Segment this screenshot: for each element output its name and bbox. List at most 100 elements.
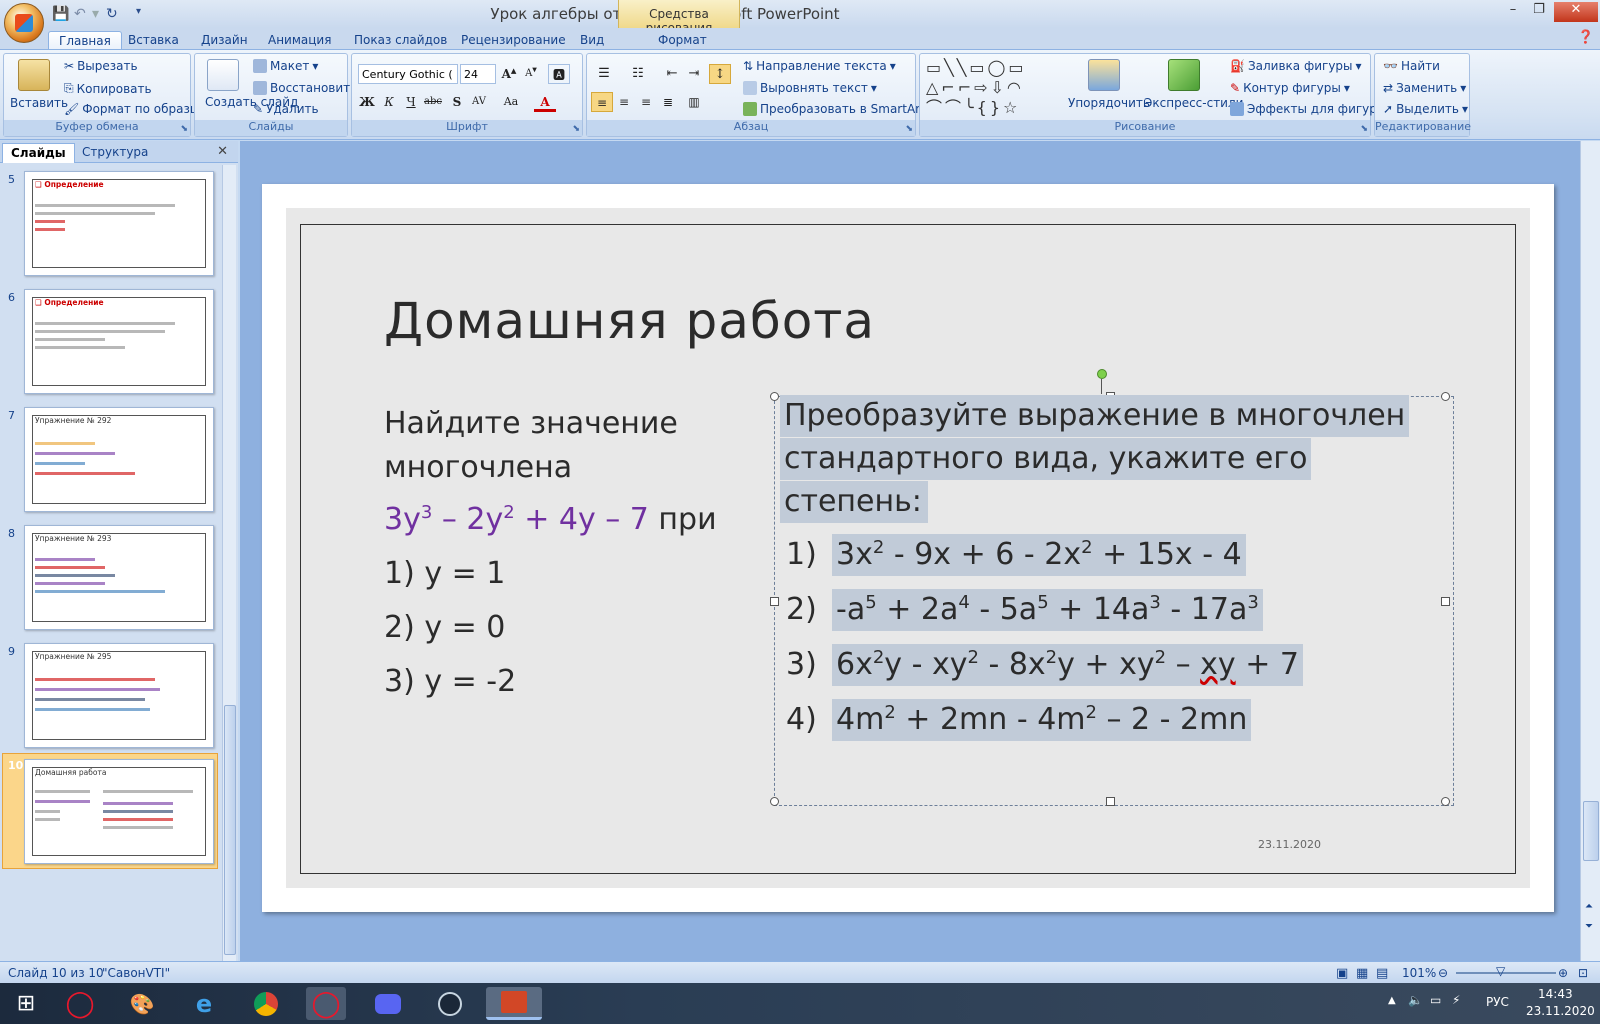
grow-font-icon[interactable]: A▲	[498, 64, 520, 84]
zoom-level[interactable]: 101%	[1402, 966, 1436, 980]
columns-icon[interactable]: ▥	[683, 92, 705, 112]
quick-styles-button[interactable]: Экспресс-стили	[1144, 96, 1243, 110]
shrink-font-icon[interactable]: A▼	[520, 64, 542, 84]
fit-window-icon[interactable]: ⊡	[1578, 966, 1588, 980]
char-spacing-icon[interactable]: AV	[468, 92, 490, 112]
tab-home[interactable]: Главная	[48, 31, 122, 50]
format-painter-button[interactable]: 🖌 Формат по образцу	[64, 102, 205, 116]
layout-button[interactable]: Макет ▾	[253, 59, 318, 73]
clipboard-launcher-icon[interactable]: ⬊	[180, 124, 188, 134]
tab-outline-panel[interactable]: Структура	[74, 143, 156, 163]
font-size-combo[interactable]: 24	[460, 64, 496, 84]
clock-time[interactable]: 14:43	[1538, 987, 1573, 1001]
minimize-button[interactable]: –	[1500, 2, 1526, 22]
strikethrough-icon[interactable]: abc	[422, 92, 444, 112]
tab-view[interactable]: Вид	[570, 31, 614, 50]
shadow-icon[interactable]: S	[446, 92, 468, 112]
tray-expand-icon[interactable]: ▲	[1388, 995, 1396, 1006]
tab-slideshow[interactable]: Показ слайдов	[344, 31, 457, 50]
cut-button[interactable]: ✂ Вырезать	[64, 59, 138, 73]
powerpoint-taskbar-icon[interactable]	[486, 987, 542, 1020]
font-launcher-icon[interactable]: ⬊	[572, 124, 580, 134]
line-spacing-icon[interactable]: ↕	[709, 64, 731, 84]
zoom-slider[interactable]	[1456, 972, 1556, 974]
opera-icon[interactable]: ◯	[60, 987, 100, 1020]
reset-button[interactable]: Восстановить	[253, 81, 357, 95]
shape-outline-button[interactable]: ✎ Контур фигуры ▾	[1230, 81, 1350, 95]
clock-date[interactable]: 23.11.2020	[1526, 1004, 1595, 1018]
resize-handle[interactable]	[1441, 597, 1450, 606]
align-text-button[interactable]: Выровнять текст ▾	[743, 81, 877, 95]
close-panel-icon[interactable]: ✕	[217, 144, 228, 159]
slide-thumbnail[interactable]: ❑ Определение	[24, 171, 214, 276]
editor-scrollbar[interactable]: ⏶ ⏷	[1580, 141, 1600, 961]
paint-icon[interactable]: 🎨	[122, 987, 162, 1020]
help-icon[interactable]: ❓	[1578, 30, 1594, 45]
convert-smartart-button[interactable]: Преобразовать в SmartArt▾	[743, 102, 934, 116]
editor-scroll-thumb[interactable]	[1583, 801, 1599, 861]
paste-button[interactable]: Вставить	[10, 96, 68, 110]
discord-icon[interactable]	[368, 987, 408, 1020]
tab-slides-panel[interactable]: Слайды	[2, 143, 75, 163]
slide-thumbnail[interactable]: Упражнение № 295	[24, 643, 214, 748]
resize-handle[interactable]	[1441, 797, 1450, 806]
zoom-in-icon[interactable]: ⊕	[1558, 966, 1568, 980]
numbering-icon[interactable]: ☷	[627, 64, 649, 84]
windows-start-icon[interactable]: ⊞	[6, 987, 46, 1020]
next-slide-icon[interactable]: ⏷	[1585, 921, 1593, 932]
zoom-out-icon[interactable]: ⊖	[1438, 966, 1448, 980]
sorter-view-icon[interactable]: ▦	[1356, 966, 1368, 981]
slideshow-view-icon[interactable]: ▤	[1376, 966, 1388, 981]
rotation-handle[interactable]	[1097, 369, 1107, 379]
slide-thumbnail[interactable]: ❑ Определение	[24, 289, 214, 394]
tab-design[interactable]: Дизайн	[191, 31, 258, 50]
prev-slide-icon[interactable]: ⏶	[1585, 901, 1593, 912]
text-direction-button[interactable]: ⇅ Направление текста ▾	[743, 59, 896, 73]
slide-thumbnail[interactable]: Упражнение № 293	[24, 525, 214, 630]
font-family-combo[interactable]: Century Gothic (	[358, 64, 458, 84]
shape-fill-button[interactable]: ⛽ Заливка фигуры ▾	[1230, 59, 1362, 73]
network-icon[interactable]: ▭	[1430, 993, 1441, 1007]
panel-scroll-thumb[interactable]	[224, 705, 236, 955]
slide-canvas[interactable]: Домашняя работа Найдите значение многочл…	[262, 184, 1554, 912]
battery-icon[interactable]: ⚡	[1452, 993, 1460, 1007]
tab-review[interactable]: Рецензирование	[451, 31, 576, 50]
resize-handle[interactable]	[1106, 797, 1115, 806]
tab-animation[interactable]: Анимация	[258, 31, 341, 50]
panel-scrollbar[interactable]	[222, 165, 236, 961]
increase-indent-icon[interactable]: ⇥	[683, 64, 705, 84]
shapes-gallery[interactable]: ▭╲╲▭◯▭ △⌐⌐⇨⇩◠ ⌒⌒╰{}☆	[926, 58, 1056, 118]
delete-slide-button[interactable]: ✎ Удалить	[253, 102, 319, 116]
close-button[interactable]: ✕	[1554, 2, 1598, 22]
slide-title[interactable]: Домашняя работа	[384, 292, 875, 350]
shape-effects-button[interactable]: Эффекты для фигур▾	[1230, 102, 1386, 116]
office-button[interactable]	[4, 3, 44, 43]
language-indicator[interactable]: РУС	[1486, 995, 1509, 1009]
zoom-slider-thumb-icon[interactable]: ▽	[1496, 964, 1505, 978]
align-center-icon[interactable]: ≡	[613, 92, 635, 112]
resize-handle[interactable]	[1441, 392, 1450, 401]
resize-handle[interactable]	[770, 392, 779, 401]
normal-view-icon[interactable]: ▣	[1336, 966, 1348, 981]
find-button[interactable]: 👓 Найти	[1383, 59, 1440, 73]
volume-icon[interactable]: 🔈	[1408, 993, 1423, 1007]
tab-insert[interactable]: Вставка	[118, 31, 189, 50]
internet-explorer-icon[interactable]: e	[184, 987, 224, 1020]
steam-icon[interactable]	[430, 987, 470, 1020]
arrange-button[interactable]: Упорядочить	[1068, 96, 1150, 110]
slide-thumbnail[interactable]: Упражнение № 292	[24, 407, 214, 512]
restore-button[interactable]: ❐	[1526, 2, 1552, 22]
drawing-launcher-icon[interactable]: ⬊	[1360, 124, 1368, 134]
align-left-icon[interactable]: ≡	[591, 92, 613, 112]
underline-icon[interactable]: Ч	[400, 92, 422, 112]
slide-thumbnail-selected[interactable]: Домашняя работа	[24, 759, 214, 864]
resize-handle[interactable]	[770, 597, 779, 606]
resize-handle[interactable]	[770, 797, 779, 806]
copy-button[interactable]: ⎘ Копировать	[64, 81, 152, 96]
tab-format[interactable]: Формат	[648, 31, 717, 50]
decrease-indent-icon[interactable]: ⇤	[661, 64, 683, 84]
opera-gx-icon[interactable]: ◯	[306, 987, 346, 1020]
bold-icon[interactable]: Ж	[356, 92, 378, 112]
replace-button[interactable]: ⇄ Заменить ▾	[1383, 81, 1466, 95]
chrome-icon[interactable]	[246, 987, 286, 1020]
